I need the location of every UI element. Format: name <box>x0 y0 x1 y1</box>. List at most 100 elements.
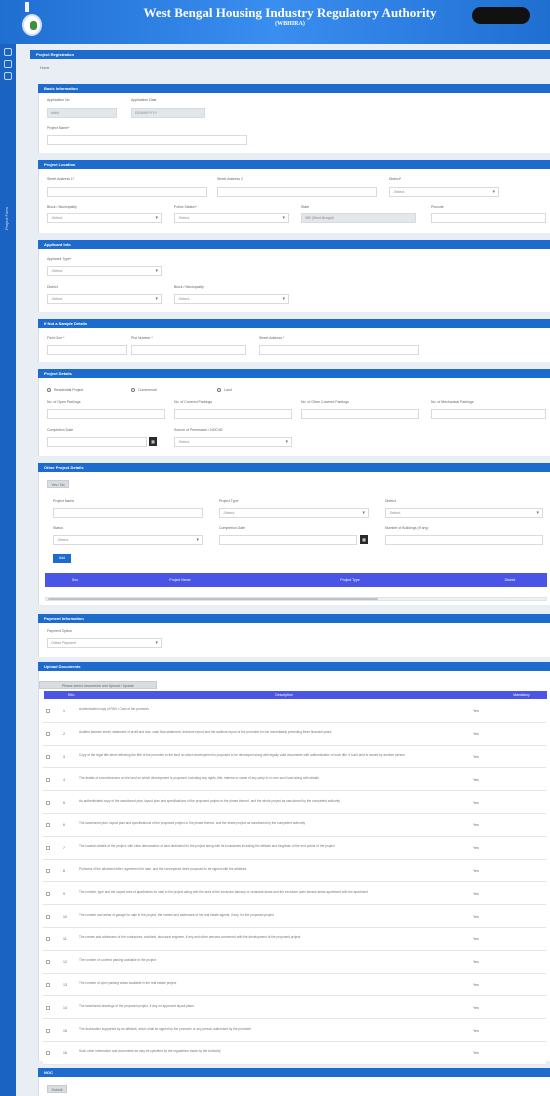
payment-info-header[interactable]: Payment Information <box>38 614 550 623</box>
project-name-input[interactable] <box>47 135 247 145</box>
block-select[interactable]: -Select- <box>47 213 162 223</box>
other-completion-input[interactable] <box>219 535 357 545</box>
mechanical-parkings-input[interactable] <box>431 409 546 419</box>
payment-option-select[interactable]: Online Payment <box>47 638 162 648</box>
payment-info-section: Payment Option Online Payment <box>38 623 550 657</box>
covered-parkings-label: No. of Covered Parkings <box>174 400 213 404</box>
doc-row: 15 The declaration supported by an affida… <box>43 1019 546 1042</box>
header-subtitle: (WBHIRA) <box>275 21 305 27</box>
doc-checkbox[interactable] <box>46 914 50 919</box>
other-status-select[interactable]: -Select- <box>53 535 203 545</box>
doc-mandatory: Yes <box>473 823 479 828</box>
page-title-bar: Project Registration <box>30 50 550 59</box>
calendar-icon[interactable]: ▦ <box>149 437 157 446</box>
radio-residential[interactable] <box>47 388 51 392</box>
doc-mandatory: Yes <box>473 982 479 987</box>
doc-sno: 13 <box>63 982 67 987</box>
other-project-table-header: Sno Project Name Project Type District <box>45 573 547 587</box>
doc-row: 12 The number of covered parking availabl… <box>43 950 546 974</box>
doc-description: The number of open parking areas availab… <box>79 980 177 985</box>
project-name-label: Project Name* <box>47 126 70 130</box>
application-date-label: Application Date <box>131 98 157 102</box>
district-label: District* <box>389 177 402 181</box>
doc-checkbox[interactable] <box>46 868 50 873</box>
docs-th-sno: SNo <box>67 693 75 697</box>
th-project-name: Project Name <box>169 578 191 582</box>
completion-date-input[interactable] <box>47 437 147 447</box>
upload-docs-header[interactable]: Upload Documents <box>38 662 550 671</box>
other-name-input[interactable] <box>53 508 203 518</box>
other-type-select[interactable]: -Select- <box>219 508 369 518</box>
other-calendar-icon[interactable]: ▦ <box>360 535 368 544</box>
doc-checkbox[interactable] <box>46 937 50 942</box>
app-header: West Bengal Housing Industry Regulatory … <box>0 0 550 44</box>
doc-description: The number and areas of garage for sale … <box>79 912 274 917</box>
doc-checkbox[interactable] <box>46 732 50 737</box>
if-not-same-header[interactable]: If Not a Sample Details <box>38 319 550 328</box>
doc-sno: 1 <box>63 709 65 714</box>
doc-checkbox[interactable] <box>46 960 50 965</box>
field3-input[interactable] <box>259 345 419 355</box>
field1-input[interactable] <box>47 345 127 355</box>
police-station-select[interactable]: -Select- <box>174 213 289 223</box>
field2-input[interactable] <box>131 345 246 355</box>
th-district: District <box>504 578 516 582</box>
doc-checkbox[interactable] <box>46 709 50 714</box>
doc-description: Copy of the legal title deed reflecting … <box>79 752 405 757</box>
home-icon[interactable] <box>4 48 12 56</box>
address2-input[interactable] <box>217 187 377 197</box>
applicant-info-header[interactable]: Applicant Info <box>38 240 550 249</box>
doc-mandatory: Yes <box>473 846 479 851</box>
other-buildings-input[interactable] <box>385 535 543 545</box>
other-type-label: Project Type <box>219 499 239 503</box>
project-location-section: Street Address 1* Street Address 2 Distr… <box>38 169 550 233</box>
doc-checkbox[interactable] <box>46 1005 50 1010</box>
application-date-field: DD/MM/YYYY <box>131 108 205 118</box>
doc-checkbox[interactable] <box>46 823 50 828</box>
applicant-type-select[interactable]: -Select- <box>47 266 162 276</box>
doc-checkbox[interactable] <box>46 1028 50 1033</box>
sidebar-label: Project Form <box>4 207 9 230</box>
covered-parkings-input[interactable] <box>174 409 292 419</box>
doc-description: The sanctioned plan, layout plan and spe… <box>79 821 306 826</box>
project-details-header[interactable]: Project Details <box>38 369 550 378</box>
open-parkings-input[interactable] <box>47 409 165 419</box>
menu-icon[interactable] <box>4 60 12 68</box>
noc-header[interactable]: NOC <box>38 1068 550 1077</box>
doc-checkbox[interactable] <box>46 891 50 896</box>
submit-button[interactable]: Submit <box>47 1085 67 1093</box>
grid-icon[interactable] <box>4 72 12 80</box>
address1-input[interactable] <box>47 187 207 197</box>
horizontal-scrollbar[interactable] <box>45 597 547 601</box>
other-project-header[interactable]: Other Project Details <box>38 463 550 472</box>
district-select[interactable]: -Select- <box>389 187 499 197</box>
doc-description: The number of covered parking available … <box>79 958 156 963</box>
doc-checkbox[interactable] <box>46 777 50 782</box>
permission-select[interactable]: -Select- <box>174 437 292 447</box>
project-details-section: Residential Project Commercial Land No. … <box>38 378 550 456</box>
doc-checkbox[interactable] <box>46 846 50 851</box>
wbhira-logo <box>22 14 42 36</box>
doc-description: The location details of the project, wit… <box>79 844 335 849</box>
redacted-user-area <box>472 7 530 24</box>
other-covered-input[interactable] <box>301 409 419 419</box>
pincode-input[interactable] <box>431 213 546 223</box>
doc-checkbox[interactable] <box>46 982 50 987</box>
applicant-district-select[interactable]: -Select- <box>47 294 162 304</box>
basic-info-header[interactable]: Basic Information <box>38 84 550 93</box>
doc-row: 3 Copy of the legal title deed reflecting… <box>43 745 546 769</box>
project-location-header[interactable]: Project Location <box>38 160 550 169</box>
add-button[interactable]: Add <box>53 554 71 563</box>
doc-sno: 3 <box>63 754 65 759</box>
yes-no-toggle[interactable]: Yes / No <box>47 480 69 488</box>
doc-checkbox[interactable] <box>46 1051 50 1056</box>
doc-row: 10 The number and areas of garage for sal… <box>43 905 546 928</box>
doc-checkbox[interactable] <box>46 800 50 805</box>
applicant-block-select[interactable]: -Select- <box>174 294 289 304</box>
radio-land[interactable] <box>217 388 221 392</box>
other-district-select[interactable]: -Select- <box>385 508 543 518</box>
doc-checkbox[interactable] <box>46 754 50 759</box>
breadcrumb[interactable]: Home <box>40 66 49 70</box>
doc-description: Authenticated copy of PAN / Card of the … <box>79 707 149 712</box>
radio-commercial[interactable] <box>131 388 135 392</box>
